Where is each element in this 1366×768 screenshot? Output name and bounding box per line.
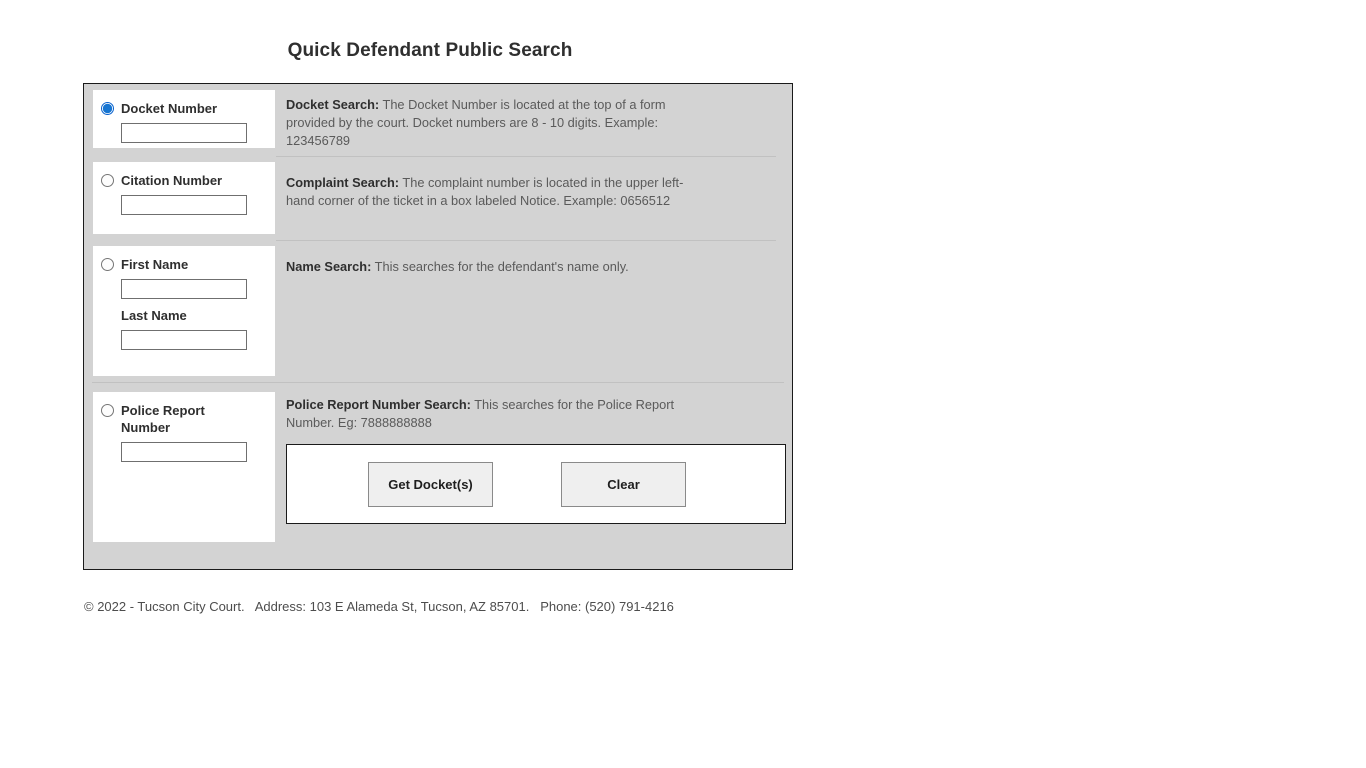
label-police-report-number: Police Report Number — [121, 403, 205, 435]
police-report-number-input[interactable] — [121, 442, 247, 462]
radio-police-report-number[interactable] — [101, 404, 114, 417]
option-police-report-line[interactable]: Police Report Number — [101, 402, 267, 436]
description-police-report-title: Police Report Number Search: — [286, 397, 471, 412]
page-root: Quick Defendant Public Search Docket Num… — [0, 0, 1366, 768]
docket-number-input[interactable] — [121, 123, 247, 143]
clear-button[interactable]: Clear — [561, 461, 686, 507]
option-card-docket[interactable]: Docket Number — [93, 90, 275, 148]
citation-number-input[interactable] — [121, 195, 247, 215]
first-name-input[interactable] — [121, 279, 247, 299]
description-citation: Complaint Search: The complaint number i… — [286, 174, 706, 210]
radio-citation-number[interactable] — [101, 174, 114, 187]
search-option-row-police-report: Police Report Number Police Report Numbe… — [84, 382, 792, 569]
description-name-body: This searches for the defendant's name o… — [371, 259, 629, 274]
option-docket-line[interactable]: Docket Number — [101, 100, 267, 117]
get-dockets-button[interactable]: Get Docket(s) — [368, 461, 493, 507]
description-docket: Docket Search: The Docket Number is loca… — [286, 96, 706, 150]
footer-address: Address: 103 E Alameda St, Tucson, AZ 85… — [254, 599, 530, 614]
option-card-citation[interactable]: Citation Number — [93, 162, 275, 234]
search-panel: Docket Number Docket Search: The Docket … — [83, 83, 793, 570]
description-name-title: Name Search: — [286, 259, 372, 274]
option-card-police-report[interactable]: Police Report Number — [93, 392, 275, 542]
footer-phone: Phone: (520) 791-4216 — [540, 599, 674, 614]
description-docket-title: Docket Search: — [286, 97, 380, 112]
label-last-name: Last Name — [121, 308, 187, 323]
label-citation-number: Citation Number — [121, 173, 223, 188]
action-button-container: Get Docket(s) Clear — [286, 444, 786, 524]
description-police-report: Police Report Number Search: This search… — [286, 396, 706, 432]
option-card-name[interactable]: First Name Last Name — [93, 246, 275, 376]
footer: © 2022 - Tucson City Court. Address: 103… — [84, 599, 674, 614]
last-name-input[interactable] — [121, 330, 247, 350]
description-name: Name Search: This searches for the defen… — [286, 258, 706, 276]
page-title: Quick Defendant Public Search — [287, 40, 573, 61]
option-citation-line[interactable]: Citation Number — [101, 172, 267, 189]
radio-first-name[interactable] — [101, 258, 114, 271]
search-option-row-docket: Docket Number Docket Search: The Docket … — [84, 84, 792, 156]
search-option-row-name: First Name Last Name Name Search: This s… — [84, 240, 792, 382]
label-docket-number: Docket Number — [121, 101, 218, 116]
footer-copyright: © 2022 - Tucson City Court. — [84, 599, 245, 614]
label-first-name: First Name — [121, 257, 189, 272]
search-option-row-citation: Citation Number Complaint Search: The co… — [84, 156, 792, 240]
radio-docket-number[interactable] — [101, 102, 114, 115]
option-name-line[interactable]: First Name — [101, 256, 267, 273]
description-citation-title: Complaint Search: — [286, 175, 400, 190]
